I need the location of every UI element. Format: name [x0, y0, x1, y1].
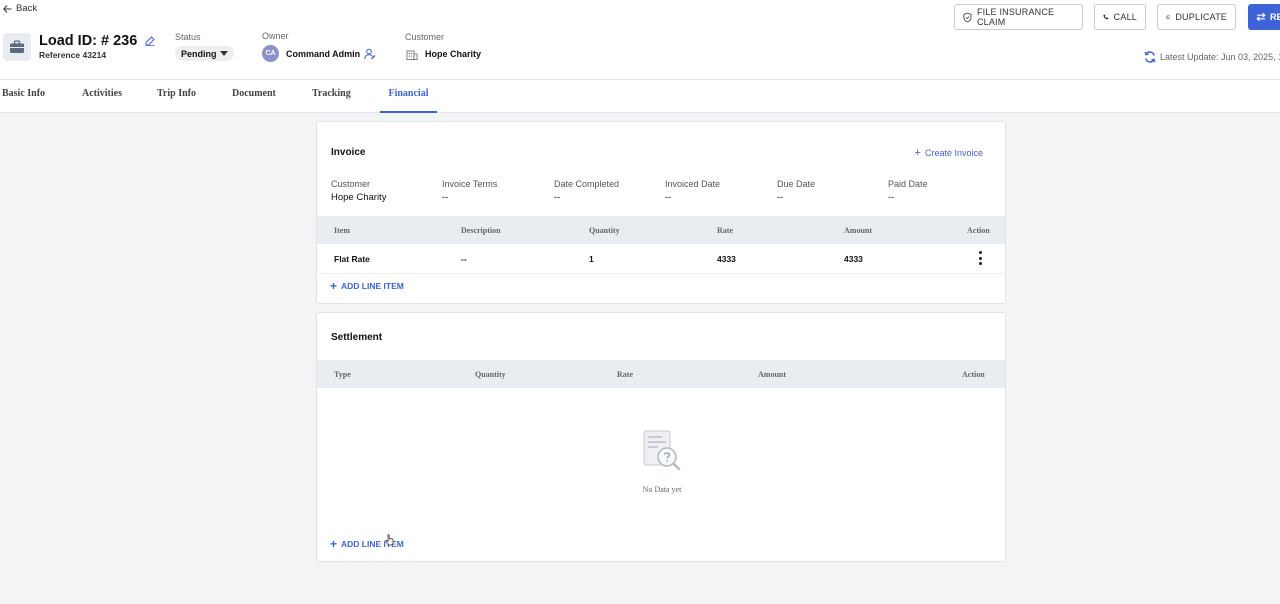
refresh-icon[interactable] [1144, 51, 1156, 63]
tab-basic-info[interactable]: Basic Info [2, 80, 45, 113]
back-link[interactable]: Back [3, 3, 37, 14]
tab-activities[interactable]: Activities [82, 80, 122, 113]
briefcase-icon [3, 33, 31, 61]
latest-update: Latest Update: Jun 03, 2025, 1 [1144, 51, 1280, 63]
row-actions-icon[interactable] [978, 251, 982, 265]
column-header: Amount [758, 370, 787, 379]
column-header: Quantity [475, 370, 506, 379]
invoice-info-date-completed: Date Completed -- [554, 179, 619, 203]
change-owner-icon[interactable] [364, 47, 376, 60]
load-title: Load ID: # 236 [39, 33, 156, 49]
no-data-text: No Data yet [642, 485, 682, 494]
load-header: Back Load ID: # 236 Reference 43214 Stat… [0, 0, 1280, 79]
call-label: CALL [1113, 12, 1137, 22]
latest-update-text: Latest Update: Jun 03, 2025, 1 [1160, 52, 1280, 62]
primary-action-button[interactable]: RE [1248, 4, 1280, 30]
invoice-card: Invoice + Create Invoice Customer Hope C… [316, 121, 1006, 304]
plus-icon: + [914, 146, 921, 159]
edit-icon[interactable] [145, 35, 156, 47]
plus-icon: + [330, 536, 338, 551]
copy-icon [1166, 14, 1171, 20]
tab-bar: Basic Info Activities Trip Info Document… [0, 79, 1280, 113]
tab-financial[interactable]: Financial [380, 80, 437, 113]
cell-rate: 4333 [717, 254, 736, 264]
duplicate-label: DUPLICATE [1175, 12, 1227, 22]
info-value: -- [777, 192, 784, 203]
no-data-icon [641, 429, 683, 478]
status-value: Pending [181, 48, 217, 59]
info-value: -- [665, 192, 672, 203]
invoice-info-terms: Invoice Terms -- [442, 179, 497, 203]
column-header: Description [461, 226, 501, 235]
info-label: Invoice Terms [442, 179, 498, 189]
tab-trip-info[interactable]: Trip Info [157, 80, 196, 113]
create-invoice-label: Create Invoice [924, 148, 983, 158]
info-label: Invoiced Date [665, 179, 721, 189]
shield-icon [963, 12, 972, 22]
duplicate-button[interactable]: DUPLICATE [1157, 4, 1236, 30]
tab-document[interactable]: Document [232, 80, 276, 113]
column-header: Rate [617, 370, 633, 379]
column-header: Quantity [589, 226, 620, 235]
info-label: Paid Date [888, 179, 928, 189]
invoice-table-header: Item Description Quantity Rate Amount Ac… [317, 216, 1005, 244]
invoice-info-customer: Customer Hope Charity [331, 179, 386, 203]
info-value: Hope Charity [331, 192, 387, 203]
invoice-info-due-date: Due Date -- [777, 179, 815, 203]
info-label: Due Date [777, 179, 816, 189]
info-label: Date Completed [554, 179, 620, 189]
info-value: -- [554, 192, 561, 203]
building-icon [406, 47, 418, 60]
info-value: -- [442, 192, 449, 203]
info-label: Customer [331, 179, 371, 189]
cell-amount: 4333 [844, 254, 863, 264]
add-invoice-line-item-button[interactable]: + ADD LINE ITEM [330, 278, 404, 293]
owner-label: Owner [262, 31, 289, 41]
column-header: Type [334, 370, 351, 379]
column-header: Amount [844, 226, 873, 235]
tab-tracking[interactable]: Tracking [312, 80, 351, 113]
file-insurance-claim-button[interactable]: FILE INSURANCE CLAIM [954, 4, 1083, 30]
cell-item: Flat Rate [334, 254, 370, 264]
plus-icon: + [330, 278, 338, 293]
swap-icon [1256, 12, 1266, 22]
column-header: Item [334, 226, 350, 235]
reference-number: Reference 43214 [39, 50, 107, 60]
primary-action-label: RE [1270, 12, 1280, 22]
table-row: Flat Rate -- 1 4333 4333 [317, 244, 1005, 274]
column-header: Action [962, 370, 985, 379]
invoice-info-invoiced-date: Invoiced Date -- [665, 179, 720, 203]
caret-down-icon [219, 51, 228, 56]
file-insurance-claim-label: FILE INSURANCE CLAIM [976, 7, 1055, 27]
settlement-card: Settlement Type Quantity Rate Amount Act… [316, 312, 1006, 562]
info-value: -- [888, 192, 895, 203]
column-header: Action [967, 226, 990, 235]
status-label: Status [175, 32, 201, 42]
owner-name: Command Admin [286, 49, 361, 59]
invoice-title: Invoice [331, 147, 366, 158]
settlement-title: Settlement [331, 332, 383, 343]
column-header: Rate [717, 226, 733, 235]
cell-description: -- [461, 254, 467, 264]
arrow-left-icon [3, 4, 12, 13]
customer-label: Customer [405, 32, 445, 42]
hand-cursor-icon [385, 533, 395, 546]
back-label: Back [16, 3, 38, 14]
load-id: Load ID: # 236 [39, 33, 138, 49]
invoice-info-paid-date: Paid Date -- [888, 179, 928, 203]
add-line-item-label: ADD LINE ITEM [341, 281, 404, 291]
cell-quantity: 1 [589, 254, 594, 264]
create-invoice-button[interactable]: + Create Invoice [914, 146, 983, 159]
status-dropdown[interactable]: Pending [175, 46, 234, 61]
settlement-table-header: Type Quantity Rate Amount Action [317, 360, 1005, 388]
phone-icon [1103, 14, 1109, 20]
customer-name: Hope Charity [425, 49, 482, 59]
owner-avatar: CA [262, 45, 279, 62]
call-button[interactable]: CALL [1094, 4, 1146, 30]
